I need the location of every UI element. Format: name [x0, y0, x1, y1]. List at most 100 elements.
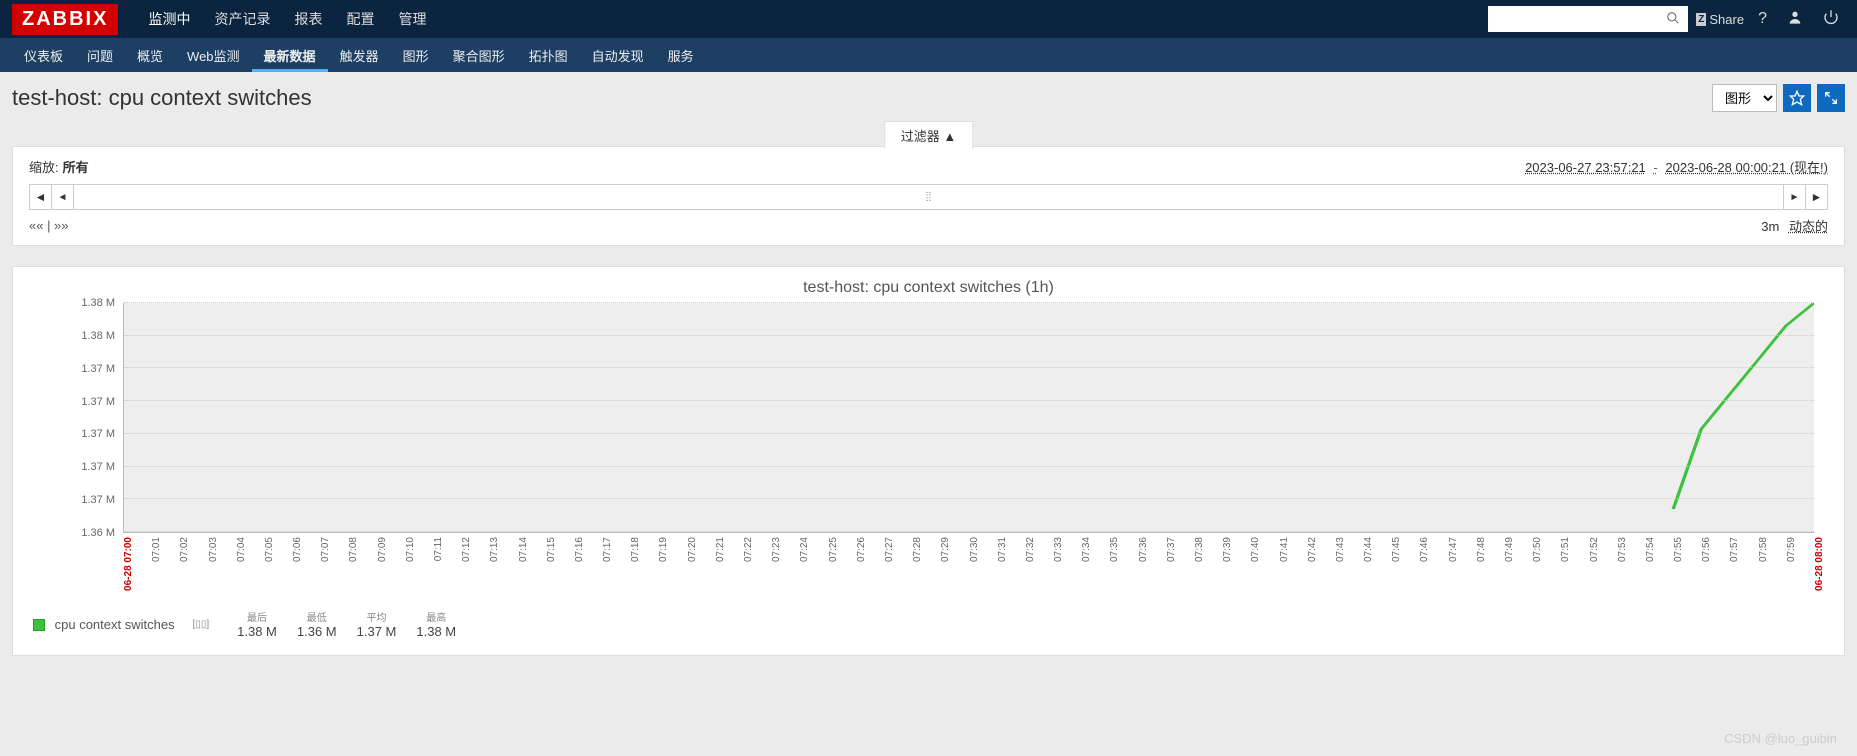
x-tick-label: 07:48: [1476, 537, 1487, 562]
x-tick-label: 07:18: [630, 537, 641, 562]
subnav: 仪表板问题概览Web监测最新数据触发器图形聚合图形拓扑图自动发现服务: [0, 38, 1857, 72]
x-tick-label: 07:39: [1222, 537, 1233, 562]
x-tick-label: 07:20: [687, 537, 698, 562]
x-tick-label: 07:53: [1617, 537, 1628, 562]
topnav-item-2[interactable]: 报表: [282, 0, 334, 38]
x-tick-label: 07:43: [1335, 537, 1346, 562]
legend-value-text: 1.38 M: [237, 624, 277, 639]
topnav-item-0[interactable]: 监测中: [136, 0, 202, 38]
x-tick-label: 07:32: [1025, 537, 1036, 562]
x-tick-label: 07:41: [1279, 537, 1290, 562]
x-tick-label: 06-28 08:00: [1814, 537, 1825, 591]
favorite-button[interactable]: [1783, 84, 1811, 112]
legend-value-0: 最后1.38 M: [237, 609, 277, 639]
filter-jump-controls[interactable]: «« | »»: [29, 218, 69, 233]
power-icon[interactable]: [1817, 9, 1845, 30]
topnav-item-1[interactable]: 资产记录: [202, 0, 282, 38]
x-tick-label: 07:33: [1053, 537, 1064, 562]
fullscreen-button[interactable]: [1817, 84, 1845, 112]
legend-series-name: cpu context switches: [55, 617, 175, 632]
search-icon[interactable]: [1666, 11, 1680, 28]
zoom-label: 缩放:: [29, 157, 59, 176]
zoom-value[interactable]: 所有: [63, 157, 89, 176]
x-tick-label: 07:40: [1250, 537, 1261, 562]
x-tick-label: 07:28: [912, 537, 923, 562]
legend-value-1: 最低1.36 M: [297, 609, 337, 639]
legend-value-text: 1.37 M: [357, 624, 397, 639]
slider-step-right[interactable]: ►: [1805, 185, 1827, 209]
x-tick-label: 07:12: [461, 537, 472, 562]
x-tick-label: 07:29: [940, 537, 951, 562]
subnav-item-3[interactable]: Web监测: [175, 38, 252, 72]
x-tick-label: 07:38: [1194, 537, 1205, 562]
x-tick-label: 07:25: [828, 537, 839, 562]
x-tick-label: 07:16: [574, 537, 585, 562]
x-tick-label: 07:35: [1109, 537, 1120, 562]
chart-plot-area: 1.36 M1.37 M1.37 M1.37 M1.37 M1.37 M1.38…: [33, 303, 1824, 533]
slider-step-left[interactable]: ◄: [30, 185, 52, 209]
subnav-item-0[interactable]: 仪表板: [12, 38, 75, 72]
date-to[interactable]: 2023-06-28 00:00:21 (现在!): [1665, 160, 1828, 175]
plot-surface[interactable]: [123, 303, 1814, 533]
x-tick-label: 07:55: [1673, 537, 1684, 562]
x-tick-label: 07:31: [997, 537, 1008, 562]
x-tick-label: 06-28 07:00: [123, 537, 134, 591]
legend-aggregation-icon: [▯▯]: [193, 619, 210, 630]
x-tick-label: 07:01: [151, 537, 162, 562]
slider-track[interactable]: ⦙⦙: [74, 185, 1783, 209]
filter-3m: 3m: [1761, 219, 1779, 234]
y-tick-label: 1.37 M: [81, 428, 115, 440]
help-icon[interactable]: ?: [1752, 10, 1773, 28]
legend-values: 最后1.38 M最低1.36 M平均1.37 M最高1.38 M: [227, 609, 466, 639]
legend-value-2: 平均1.37 M: [357, 609, 397, 639]
share-label: Share: [1709, 12, 1744, 27]
x-tick-label: 07:23: [771, 537, 782, 562]
subnav-item-9[interactable]: 自动发现: [580, 38, 656, 72]
x-tick-label: 07:09: [377, 537, 388, 562]
x-tick-label: 07:06: [292, 537, 303, 562]
x-tick-label: 07:05: [264, 537, 275, 562]
legend-value-header: 最低: [307, 609, 327, 624]
global-search[interactable]: [1488, 6, 1688, 32]
y-tick-label: 1.38 M: [81, 330, 115, 342]
user-icon[interactable]: [1781, 9, 1809, 30]
x-tick-label: 07:59: [1786, 537, 1797, 562]
x-tick-label: 07:52: [1589, 537, 1600, 562]
x-tick-label: 07:07: [320, 537, 331, 562]
x-tick-label: 07:47: [1448, 537, 1459, 562]
x-tick-label: 07:19: [658, 537, 669, 562]
subnav-item-7[interactable]: 聚合图形: [441, 38, 517, 72]
x-tick-label: 07:13: [489, 537, 500, 562]
filter-dynamic-toggle[interactable]: 动态的: [1789, 219, 1828, 234]
x-tick-label: 07:51: [1560, 537, 1571, 562]
share-link[interactable]: Z Share: [1696, 12, 1744, 27]
y-tick-label: 1.37 M: [81, 494, 115, 506]
x-tick-label: 07:17: [602, 537, 613, 562]
topbar-right: Z Share ?: [1488, 6, 1845, 32]
x-tick-label: 07:56: [1701, 537, 1712, 562]
x-tick-label: 07:49: [1504, 537, 1515, 562]
legend-value-text: 1.36 M: [297, 624, 337, 639]
subnav-item-6[interactable]: 图形: [391, 38, 441, 72]
subnav-item-4[interactable]: 最新数据: [252, 38, 328, 72]
date-separator: -: [1653, 160, 1657, 175]
subnav-item-5[interactable]: 触发器: [328, 38, 391, 72]
topnav-item-3[interactable]: 配置: [334, 0, 386, 38]
subnav-item-1[interactable]: 问题: [75, 38, 125, 72]
slider-page-right[interactable]: ►: [1783, 185, 1805, 209]
date-from[interactable]: 2023-06-27 23:57:21: [1525, 160, 1646, 175]
subnav-item-8[interactable]: 拓扑图: [517, 38, 580, 72]
x-tick-label: 07:21: [715, 537, 726, 562]
slider-page-left[interactable]: ◄: [52, 185, 74, 209]
logo[interactable]: ZABBIX: [12, 4, 118, 35]
filter-toggle-tab[interactable]: 过滤器 ▲: [884, 121, 973, 149]
date-range: 2023-06-27 23:57:21 - 2023-06-28 00:00:2…: [1525, 157, 1828, 176]
x-tick-label: 07:02: [179, 537, 190, 562]
subnav-item-10[interactable]: 服务: [656, 38, 706, 72]
search-input[interactable]: [1496, 12, 1666, 26]
view-mode-select[interactable]: 图形: [1712, 84, 1777, 112]
topnav-item-4[interactable]: 管理: [386, 0, 438, 38]
x-tick-label: 07:30: [969, 537, 980, 562]
x-tick-label: 07:11: [433, 537, 444, 561]
x-axis: 06-28 07:0007:0107:0207:0307:0407:0507:0…: [33, 533, 1824, 603]
